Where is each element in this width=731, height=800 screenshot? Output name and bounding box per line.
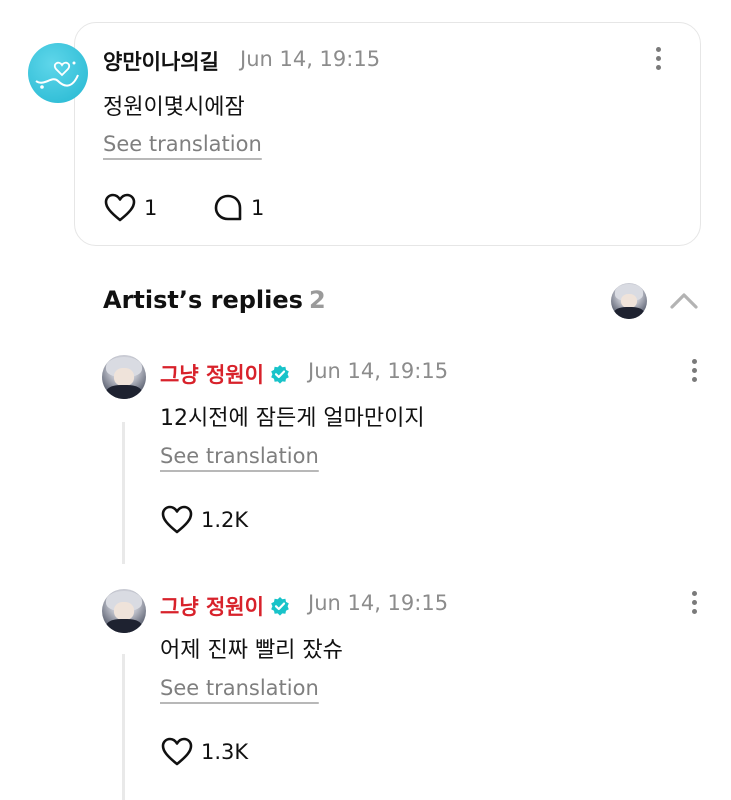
reply-timestamp: Jun 14, 19:15 xyxy=(308,359,449,383)
reply-button[interactable]: 1 xyxy=(213,193,264,223)
like-button[interactable]: 1.2K xyxy=(161,505,248,535)
reply-text: 어제 진짜 빨리 잤슈 xyxy=(160,638,343,663)
see-translation-link[interactable]: See translation xyxy=(103,132,262,156)
like-count: 1 xyxy=(144,196,158,220)
verified-badge-icon xyxy=(271,365,289,384)
thread-line xyxy=(122,422,125,564)
avatar[interactable] xyxy=(28,43,88,103)
like-count: 1.2K xyxy=(201,508,249,532)
comment-thread: 양만이나의길 Jun 14, 19:15 정원이몇시에잠 See transla… xyxy=(0,0,731,800)
comment-timestamp: Jun 14, 19:15 xyxy=(240,47,381,71)
artist-replies-header: Artist’s replies 2 xyxy=(103,286,326,314)
reply-count: 1 xyxy=(251,196,265,220)
heart-icon xyxy=(104,193,136,222)
comment-text: 정원이몇시에잠 xyxy=(103,95,245,120)
like-button[interactable]: 1 xyxy=(104,193,157,223)
artist-reply-author[interactable]: 그냥 정원이 xyxy=(160,591,290,621)
artist-avatar[interactable] xyxy=(102,589,146,633)
artist-avatar-small xyxy=(611,283,647,319)
reply-timestamp: Jun 14, 19:15 xyxy=(308,591,449,615)
more-options-icon[interactable] xyxy=(682,591,706,621)
artist-avatar[interactable] xyxy=(102,355,146,399)
heart-icon xyxy=(161,505,193,534)
heart-icon xyxy=(161,737,193,766)
thread-line xyxy=(122,654,125,800)
artist-name: 그냥 정원이 xyxy=(160,595,264,619)
see-translation-link[interactable]: See translation xyxy=(160,676,319,700)
comment-bubble-icon xyxy=(214,194,242,221)
like-button[interactable]: 1.3K xyxy=(161,737,248,767)
more-options-icon[interactable] xyxy=(646,47,670,77)
comment-author[interactable]: 양만이나의길 xyxy=(103,46,219,76)
verified-badge-icon xyxy=(271,597,289,616)
like-count: 1.3K xyxy=(201,740,249,764)
artist-replies-count: 2 xyxy=(308,286,326,314)
reply-text: 12시전에 잠든게 얼마만이지 xyxy=(160,406,425,431)
artist-replies-title: Artist’s replies xyxy=(103,286,303,314)
artist-reply-author[interactable]: 그냥 정원이 xyxy=(160,359,290,389)
collapse-chevron-up-icon[interactable] xyxy=(668,289,700,313)
more-options-icon[interactable] xyxy=(682,359,706,389)
artist-name: 그냥 정원이 xyxy=(160,363,264,387)
see-translation-link[interactable]: See translation xyxy=(160,444,319,468)
